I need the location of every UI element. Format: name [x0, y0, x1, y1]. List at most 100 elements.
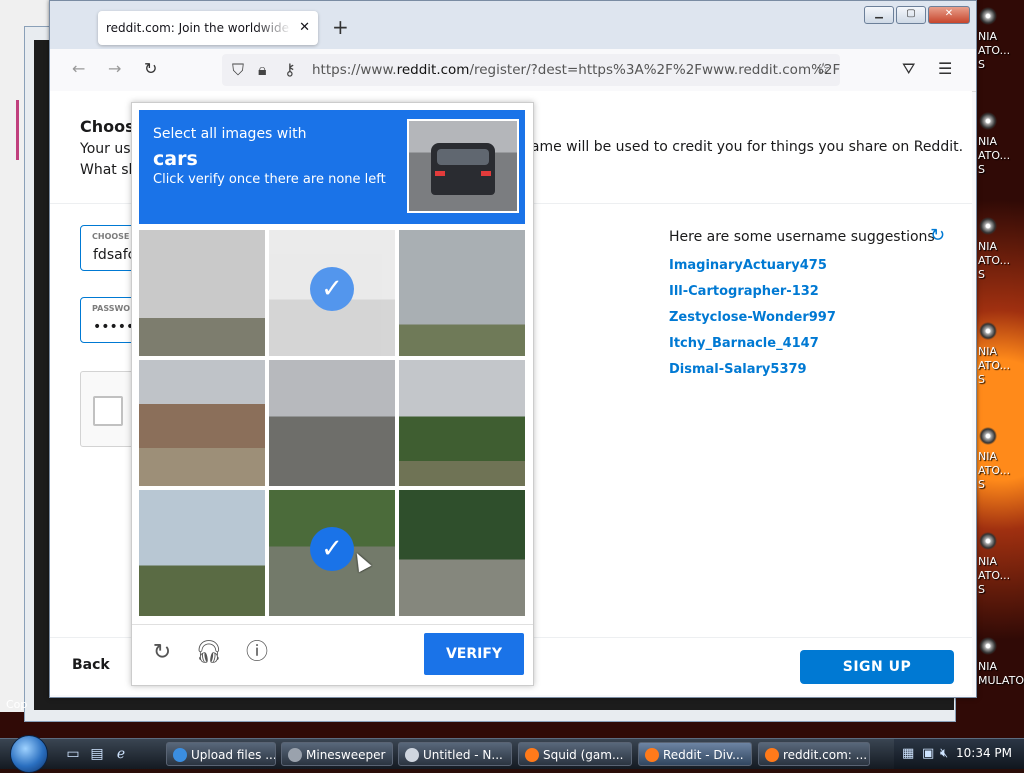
suggestions-title: Here are some username suggestions [669, 229, 935, 245]
recaptcha-checkbox[interactable] [93, 396, 123, 426]
url-text[interactable]: https://www.reddit.com/register/?dest=ht… [312, 62, 840, 78]
desktop-icon[interactable]: NIA ATO... S [978, 525, 1024, 615]
image-tile[interactable]: ✓ [269, 230, 395, 356]
app-icon [173, 748, 187, 762]
taskbar-button-label: Upload files ... [191, 748, 276, 762]
verify-button[interactable]: VERIFY [424, 633, 524, 675]
desktop-icon-label: ATO... [978, 149, 1011, 162]
close-window-button[interactable]: ✕ [928, 6, 970, 24]
desktop-icon[interactable]: NIA ATO... S [978, 420, 1024, 510]
desktop-icon-label: ATO... [978, 44, 1011, 57]
system-tray: ▦ ▣ 🔇︎ 10:34 PM [894, 739, 1024, 769]
pocket-icon[interactable]: ⛛ [902, 59, 915, 79]
reload-icon[interactable]: ↻ [144, 59, 157, 78]
selected-check-icon: ✓ [310, 527, 354, 571]
app-icon [765, 748, 779, 762]
username-suggestion[interactable]: Zestyclose-Wonder997 [669, 310, 836, 325]
username-suggestion[interactable]: Ill-Cartographer-132 [669, 284, 819, 299]
desktop-icon-label: ATO... [978, 464, 1011, 477]
challenge-subinstruction: Click verify once there are none left [153, 172, 386, 187]
desktop-icon[interactable]: NIA ATO... S [978, 0, 1024, 90]
app-icon [288, 748, 302, 762]
image-tile[interactable] [399, 360, 525, 486]
menu-icon[interactable]: ☰ [938, 59, 952, 78]
username-suggestion[interactable]: Dismal-Salary5379 [669, 362, 807, 377]
minimize-button[interactable]: ▁ [864, 6, 894, 24]
page-heading: Choos [80, 117, 135, 136]
sample-car-image [407, 119, 519, 213]
internet-explorer-icon[interactable]: ℯ [112, 745, 130, 763]
background-window-text: Cop [6, 698, 28, 711]
desktop-icon-label: S [978, 268, 985, 281]
desktop-icon[interactable]: NIA ATO... S [978, 105, 1024, 195]
emulator-icon [978, 636, 998, 656]
challenge-image-grid: ✓ ✓ [139, 230, 529, 620]
headphones-icon[interactable]: 🎧︎ [195, 639, 223, 667]
key-icon[interactable]: ⚷ [284, 60, 296, 79]
desktop-icon-label: S [978, 478, 985, 491]
volume-muted-icon[interactable]: 🔇︎ [940, 746, 948, 761]
taskbar-button[interactable]: Squid (gam... [518, 742, 632, 766]
navigation-toolbar: ← → ↻ ⛉ 🔒︎ ⚷ https://www.reddit.com/regi… [50, 49, 976, 92]
emulator-icon [978, 531, 998, 551]
emulator-icon [978, 321, 998, 341]
taskbar-button[interactable]: reddit.com: ... [758, 742, 870, 766]
desktop-icon-label: NIA [978, 450, 997, 463]
clock[interactable]: 10:34 PM [956, 746, 1012, 760]
taskbar-button-label: Squid (gam... [543, 748, 624, 762]
desktop-icon-label: S [978, 373, 985, 386]
emulator-icon [978, 111, 998, 131]
show-desktop-icon[interactable]: ▭ [64, 745, 82, 763]
tab-reddit-register[interactable]: reddit.com: Join the worldwide conversat… [98, 11, 318, 45]
desktop-icon[interactable]: NIAMULATO... [978, 630, 1024, 720]
taskbar-button-label: Untitled - N... [423, 748, 503, 762]
image-tile[interactable] [139, 360, 265, 486]
back-button[interactable]: Back [72, 657, 110, 673]
image-tile[interactable] [399, 490, 525, 616]
taskbar-button[interactable]: Reddit - Div... [638, 742, 752, 766]
bookmark-star-icon[interactable]: ☆ [816, 59, 830, 78]
emulator-icon [978, 6, 998, 26]
challenge-header: Select all images with cars Click verify… [139, 110, 525, 224]
emulator-icon [978, 216, 998, 236]
new-tab-button[interactable]: + [332, 15, 349, 39]
accent-bar [16, 100, 19, 160]
username-suggestion[interactable]: Itchy_Barnacle_4147 [669, 336, 819, 351]
shield-icon[interactable]: ⛉ [232, 60, 244, 80]
network-icon[interactable]: ▦ [902, 746, 914, 761]
emulator-icon [978, 426, 998, 446]
divider [132, 624, 533, 625]
image-tile[interactable] [139, 230, 265, 356]
desktop-icon-label: ATO... [978, 254, 1011, 267]
app-icon [645, 748, 659, 762]
desktop-icon[interactable]: NIA ATO... S [978, 210, 1024, 300]
desktop-icon-label: NIA [978, 555, 997, 568]
sign-up-button[interactable]: SIGN UP [800, 650, 954, 684]
maximize-button[interactable]: ▢ [896, 6, 926, 24]
close-tab-icon[interactable]: ✕ [299, 11, 310, 45]
taskbar-button-label: Reddit - Div... [663, 748, 744, 762]
switch-windows-icon[interactable]: ▤ [88, 745, 106, 763]
image-tile[interactable] [399, 230, 525, 356]
challenge-target: cars [153, 148, 198, 170]
taskbar-button[interactable]: Upload files ... [166, 742, 276, 766]
taskbar-button[interactable]: Minesweeper [281, 742, 393, 766]
desktop-icon[interactable]: NIA ATO... S [978, 315, 1024, 405]
app-icon [405, 748, 419, 762]
taskbar-button[interactable]: Untitled - N... [398, 742, 512, 766]
info-icon[interactable]: ⓘ [243, 639, 271, 667]
back-arrow-icon[interactable]: ← [72, 59, 85, 78]
refresh-suggestions-icon[interactable]: ↻ [930, 225, 945, 246]
forward-arrow-icon[interactable]: → [108, 59, 121, 78]
url-bar[interactable]: ⛉ 🔒︎ ⚷ https://www.reddit.com/register/?… [222, 54, 840, 86]
username-suggestion[interactable]: ImaginaryActuary475 [669, 258, 827, 273]
image-tile[interactable] [269, 360, 395, 486]
reload-challenge-icon[interactable]: ↻ [148, 639, 176, 667]
image-tile[interactable] [139, 490, 265, 616]
lock-icon[interactable]: 🔒︎ [258, 60, 267, 80]
title-bar: reddit.com: Join the worldwide conversat… [50, 1, 976, 49]
image-tile[interactable]: ✓ [269, 490, 395, 616]
desktop-icon-label: S [978, 583, 985, 596]
monitor-icon[interactable]: ▣ [922, 746, 934, 761]
start-button[interactable] [10, 735, 48, 773]
